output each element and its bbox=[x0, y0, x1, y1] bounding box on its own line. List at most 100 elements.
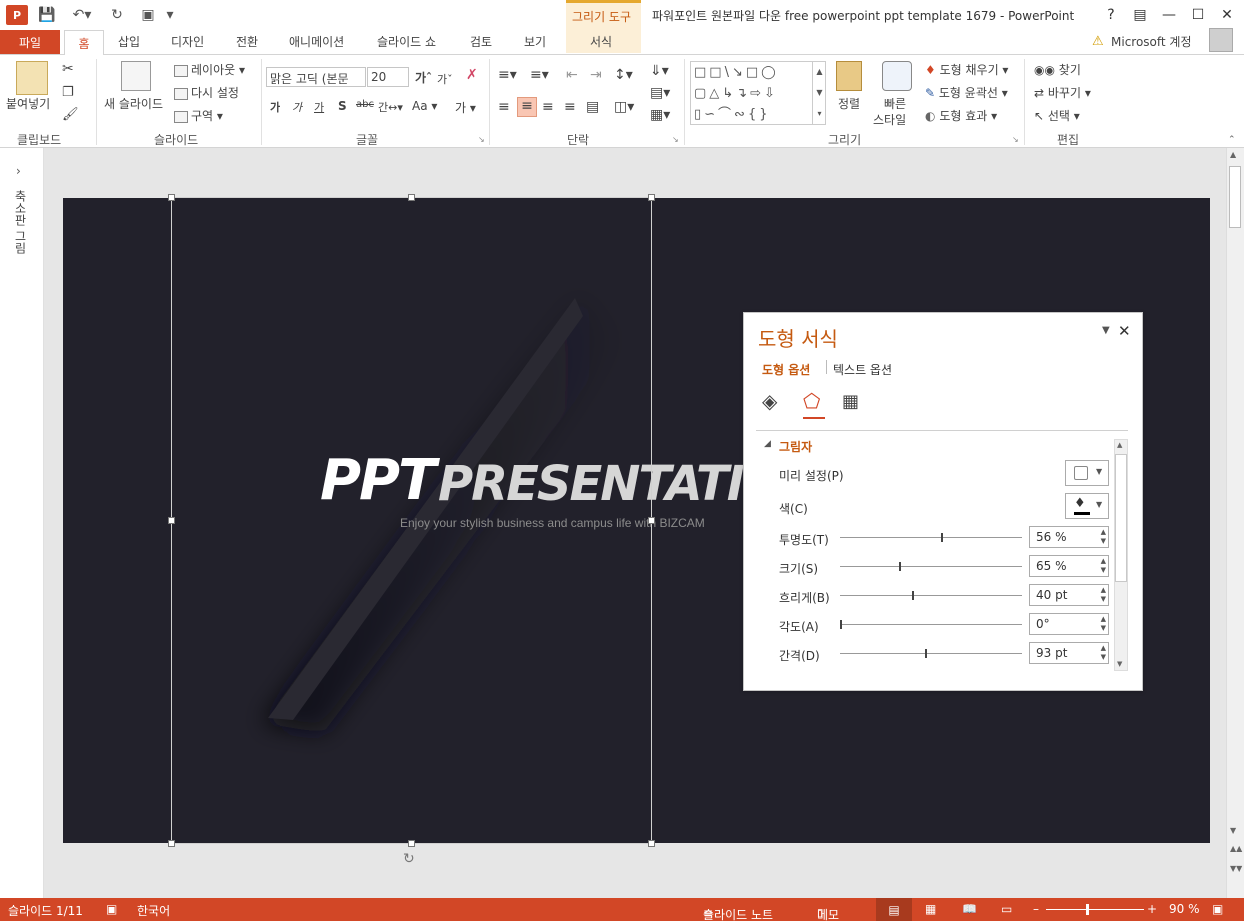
minimize-icon[interactable]: — bbox=[1156, 4, 1182, 26]
font-color-button[interactable]: 가 ▾ bbox=[455, 99, 476, 116]
pane-scrollbar[interactable]: ▲ ▼ bbox=[1114, 439, 1128, 671]
resize-handle[interactable] bbox=[168, 840, 175, 847]
present-from-start-icon[interactable]: ▣ bbox=[135, 5, 161, 25]
blur-slider-thumb[interactable] bbox=[912, 591, 914, 600]
increase-indent-icon[interactable]: ⇥ bbox=[590, 67, 602, 83]
smartart-icon[interactable]: ▦▾ bbox=[650, 107, 670, 123]
size-slider-thumb[interactable] bbox=[899, 562, 901, 571]
language-indicator[interactable]: 한국어 bbox=[137, 902, 170, 919]
pane-scroll-down-icon[interactable]: ▼ bbox=[1117, 660, 1122, 668]
pane-scroll-up-icon[interactable]: ▲ bbox=[1117, 441, 1122, 449]
cut-icon[interactable]: ✂ bbox=[62, 61, 74, 77]
expand-chevron-icon[interactable]: › bbox=[16, 164, 21, 178]
collapse-section-icon[interactable]: ◢ bbox=[764, 439, 771, 449]
bold-icon[interactable]: 가 bbox=[270, 99, 280, 115]
numbering-icon[interactable]: ≡▾ bbox=[530, 67, 549, 83]
angle-slider-thumb[interactable] bbox=[840, 620, 842, 629]
pane-scroll-thumb[interactable] bbox=[1115, 454, 1127, 582]
close-icon[interactable]: ✕ bbox=[1214, 4, 1240, 26]
distribute-icon[interactable]: ▤ bbox=[586, 99, 599, 115]
layout-button[interactable]: 레이아웃 ▾ bbox=[174, 61, 245, 78]
tab-review[interactable]: 검토 bbox=[470, 33, 492, 50]
shape-outline-button[interactable]: ✎ 도형 윤곽선 ▾ bbox=[925, 84, 1008, 101]
shape-fill-button[interactable]: ♦ 도형 채우기 ▾ bbox=[925, 61, 1008, 78]
thumbnail-pane-collapsed[interactable]: › 축소판 그림 bbox=[0, 148, 44, 898]
resize-handle[interactable] bbox=[648, 517, 655, 524]
next-slide-icon[interactable]: ▼▼ bbox=[1230, 864, 1242, 873]
scroll-thumb[interactable] bbox=[1229, 166, 1241, 228]
resize-handle[interactable] bbox=[648, 840, 655, 847]
maximize-icon[interactable]: ☐ bbox=[1185, 4, 1211, 26]
pane-close-icon[interactable]: ✕ bbox=[1118, 322, 1131, 340]
reading-view-icon[interactable]: 📖 bbox=[962, 902, 977, 916]
zoom-out-icon[interactable]: – bbox=[1033, 902, 1039, 916]
vertical-scrollbar[interactable]: ▲ ▼ ▲▲ ▼▼ bbox=[1226, 148, 1244, 898]
angle-slider[interactable] bbox=[840, 620, 1022, 629]
text-shadow-icon[interactable]: S bbox=[338, 99, 347, 113]
size-slider[interactable] bbox=[840, 562, 1022, 571]
effects-pentagon-icon[interactable]: ⬠ bbox=[803, 389, 820, 413]
tab-slideshow[interactable]: 슬라이드 쇼 bbox=[377, 33, 436, 50]
slide-sorter-icon[interactable]: ▦ bbox=[925, 902, 936, 916]
arrange-icon[interactable] bbox=[836, 61, 862, 91]
distance-spinbox[interactable]: 93 pt ▲ ▼ bbox=[1029, 642, 1109, 664]
grow-font-icon[interactable]: 가ˆ bbox=[415, 69, 432, 86]
avatar[interactable] bbox=[1209, 28, 1233, 52]
copy-icon[interactable]: ❐ bbox=[62, 85, 74, 100]
account-label[interactable]: Microsoft 계정 bbox=[1111, 33, 1192, 50]
paste-button[interactable]: 붙여넣기 bbox=[6, 95, 50, 112]
preset-dropdown[interactable]: ▼ bbox=[1065, 460, 1109, 486]
resize-handle[interactable] bbox=[408, 194, 415, 201]
find-button[interactable]: ◉◉ 찾기 bbox=[1034, 61, 1081, 78]
scroll-up-icon[interactable]: ▲ bbox=[1230, 150, 1236, 159]
help-button[interactable]: ? bbox=[1098, 4, 1124, 26]
shapes-gallery[interactable]: □□\↘□◯ ▢△↳↴⇨⇩ ▯∽⌒∾{} bbox=[690, 61, 826, 125]
zoom-level[interactable]: 90 % bbox=[1169, 902, 1200, 916]
align-center-icon[interactable]: ≡ bbox=[517, 97, 537, 117]
select-button[interactable]: ↖ 선택 ▾ bbox=[1034, 107, 1080, 124]
font-name-combo[interactable]: 맑은 고딕 (본문 bbox=[266, 67, 366, 87]
slide-title-presentation[interactable]: PRESENTATIO bbox=[438, 456, 744, 512]
redo-icon[interactable]: ↻ bbox=[107, 5, 127, 25]
collapse-ribbon-icon[interactable]: ⌃ bbox=[1228, 135, 1236, 145]
clear-formatting-icon[interactable]: ✗ bbox=[466, 67, 478, 83]
resize-handle[interactable] bbox=[168, 194, 175, 201]
scroll-down-icon[interactable]: ▼ bbox=[1230, 826, 1236, 835]
transparency-spinbox[interactable]: 56 % ▲ ▼ bbox=[1029, 526, 1109, 548]
shapes-gallery-scroll[interactable]: ▲ ▼ ▾ bbox=[812, 61, 826, 125]
resize-handle[interactable] bbox=[168, 517, 175, 524]
tab-text-options[interactable]: 텍스트 옵션 bbox=[833, 361, 892, 378]
undo-icon[interactable]: ↶▾ bbox=[67, 5, 97, 25]
underline-icon[interactable]: 가 bbox=[314, 99, 324, 115]
section-shadow-header[interactable]: 그림자 bbox=[779, 438, 812, 455]
shape-effects-button[interactable]: ◐ 도형 효과 ▾ bbox=[925, 107, 997, 124]
paste-icon[interactable] bbox=[16, 61, 48, 95]
zoom-slider[interactable] bbox=[1046, 909, 1144, 910]
spin-arrows-icon[interactable]: ▲ ▼ bbox=[1101, 586, 1106, 604]
strikethrough-icon[interactable]: abc bbox=[356, 99, 374, 110]
quick-styles-label-1[interactable]: 빠른 bbox=[884, 95, 906, 112]
transparency-slider[interactable] bbox=[840, 533, 1022, 542]
arrange-button[interactable]: 정렬 bbox=[838, 95, 860, 112]
rotate-handle-icon[interactable]: ↻ bbox=[403, 851, 415, 867]
fill-line-icon[interactable]: ◈ bbox=[762, 389, 777, 413]
blur-slider[interactable] bbox=[840, 591, 1022, 600]
font-size-combo[interactable]: 20 bbox=[367, 67, 409, 87]
angle-spinbox[interactable]: 0° ▲ ▼ bbox=[1029, 613, 1109, 635]
zoom-in-icon[interactable]: + bbox=[1147, 902, 1157, 916]
tab-format[interactable]: 서식 bbox=[590, 33, 612, 50]
transparency-slider-thumb[interactable] bbox=[941, 533, 943, 542]
align-right-icon[interactable]: ≡ bbox=[542, 99, 554, 115]
ribbon-display-options-icon[interactable]: ▤ bbox=[1127, 4, 1153, 26]
format-painter-icon[interactable]: 🖌 bbox=[62, 107, 79, 122]
new-slide-button[interactable]: 새 슬라이드 bbox=[104, 95, 163, 112]
tab-insert[interactable]: 삽입 bbox=[118, 33, 140, 50]
change-case-button[interactable]: Aa ▾ bbox=[412, 99, 437, 113]
char-spacing-icon[interactable]: 간↔▾ bbox=[378, 99, 403, 115]
pane-options-icon[interactable]: ▼ bbox=[1102, 325, 1110, 336]
size-properties-icon[interactable]: ▦ bbox=[842, 391, 859, 412]
quick-styles-icon[interactable] bbox=[882, 61, 912, 91]
save-icon[interactable]: 💾 bbox=[37, 5, 57, 25]
customize-qat-icon[interactable]: ▾ bbox=[160, 5, 180, 25]
tab-file[interactable]: 파일 bbox=[0, 30, 60, 54]
